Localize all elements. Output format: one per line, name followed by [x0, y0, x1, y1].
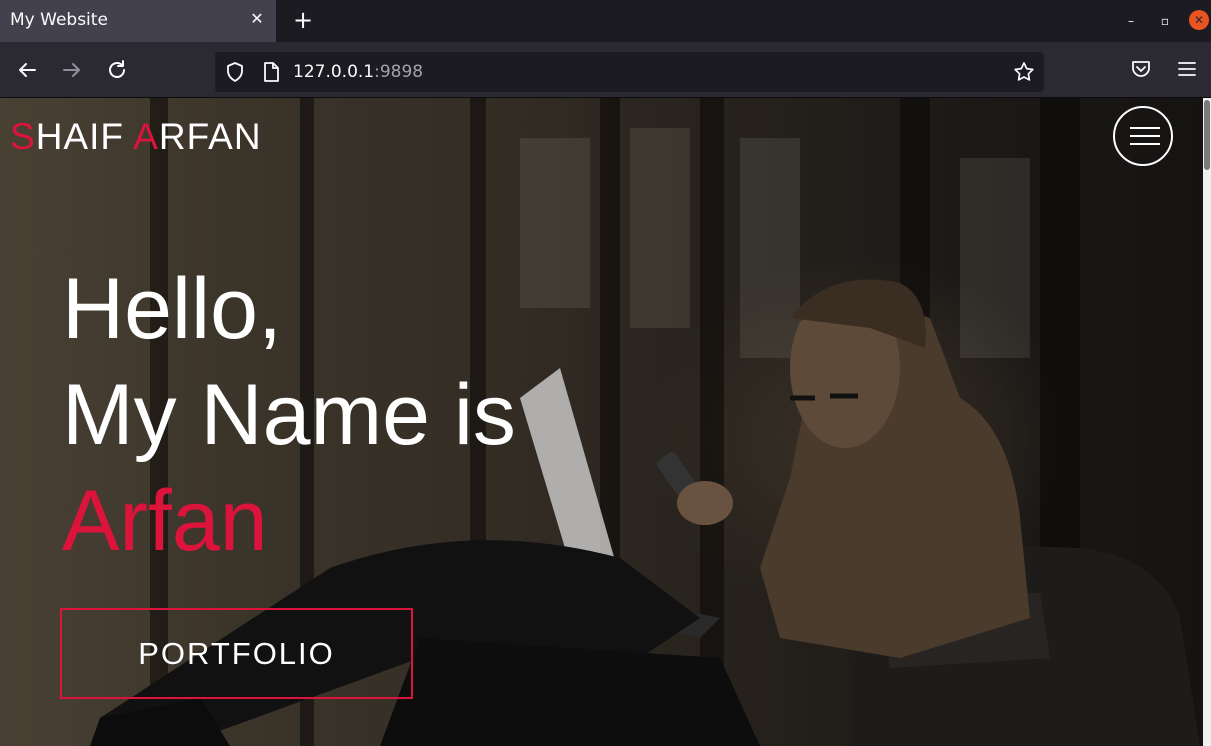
hamburger-line	[1130, 143, 1160, 145]
tab-title: My Website	[10, 10, 108, 30]
url-host: 127.0.0.1	[293, 62, 375, 82]
page-viewport: SHAIF ARFAN Hello, My Name is Arfan PORT…	[0, 98, 1211, 746]
logo-first-rest: HAIF	[35, 116, 134, 157]
page-scrollbar[interactable]	[1203, 98, 1211, 746]
hamburger-menu-button[interactable]	[1113, 106, 1173, 166]
window-close-icon[interactable]: ✕	[1189, 10, 1209, 30]
logo-last-initial: A	[133, 116, 159, 157]
new-tab-plus-icon[interactable]: +	[290, 6, 316, 34]
window-maximize-icon[interactable]: ▫	[1156, 12, 1174, 30]
tab-close-icon[interactable]: ✕	[247, 8, 267, 30]
hero-section: SHAIF ARFAN Hello, My Name is Arfan PORT…	[0, 98, 1203, 746]
hero-line-1: Hello,	[62, 261, 282, 357]
tab-strip: My Website ✕ + – ▫ ✕	[0, 0, 1211, 42]
pocket-icon[interactable]	[1129, 57, 1153, 81]
bookmark-star-icon[interactable]	[1012, 60, 1036, 84]
logo-first-initial: S	[10, 116, 36, 157]
hero-line-2: My Name is	[62, 367, 516, 463]
forward-arrow-icon[interactable]	[58, 56, 86, 84]
site-logo[interactable]: SHAIF ARFAN	[10, 116, 262, 158]
hero-name: Arfan	[62, 473, 268, 569]
hamburger-line	[1130, 135, 1160, 137]
back-arrow-icon[interactable]	[13, 56, 41, 84]
hero-heading: Hello, My Name is Arfan	[62, 256, 516, 574]
scrollbar-thumb[interactable]	[1204, 100, 1210, 170]
window-minimize-icon[interactable]: –	[1122, 12, 1140, 30]
portfolio-button[interactable]: PORTFOLIO	[60, 608, 413, 699]
reload-icon[interactable]	[103, 56, 131, 84]
navigation-toolbar: 127.0.0.1:9898	[0, 42, 1211, 98]
app-menu-icon[interactable]	[1175, 57, 1199, 81]
hamburger-line	[1130, 127, 1160, 129]
url-text[interactable]: 127.0.0.1:9898	[293, 62, 423, 82]
logo-last-rest: RFAN	[158, 116, 262, 157]
browser-tab[interactable]: My Website ✕	[0, 0, 276, 42]
tracking-shield-icon[interactable]	[224, 61, 246, 83]
page-icon[interactable]	[261, 61, 281, 83]
address-bar[interactable]: 127.0.0.1:9898	[215, 52, 1044, 92]
url-port: :9898	[374, 62, 424, 82]
